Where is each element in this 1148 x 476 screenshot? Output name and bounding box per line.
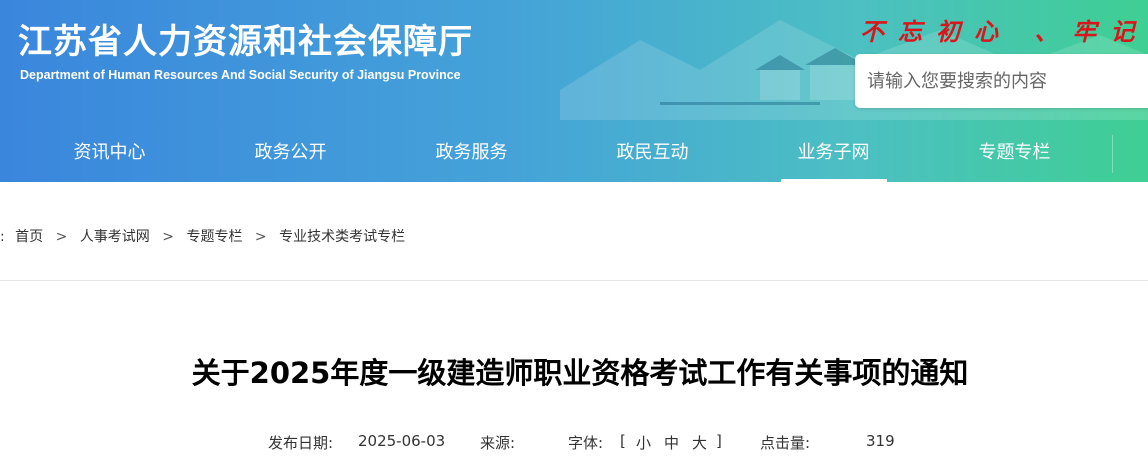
nav-item-news[interactable]: 资讯中心 [19,124,200,182]
search-box [855,54,1148,108]
nav-item-gov-services[interactable]: 政务服务 [381,124,562,182]
breadcrumb-professional-exams[interactable]: 专业技术类考试专栏 [279,229,405,245]
publish-date: 2025-06-03 [358,432,446,450]
breadcrumb-special-topics[interactable]: 专题专栏 [186,229,242,245]
nav-divider [1112,135,1113,173]
font-medium-button[interactable]: 中 [664,432,679,453]
nav-item-public-affairs[interactable]: 政务公开 [200,124,381,182]
nav-item-interaction[interactable]: 政民互动 [562,124,743,182]
site-header: 江苏省人力资源和社会保障厅 Department of Human Resour… [0,0,1148,182]
breadcrumb-separator: > [254,229,267,245]
search-input[interactable] [855,54,1125,108]
click-count-label: 点击量: [760,434,811,452]
divider-line [0,280,1148,281]
breadcrumb-exam-site[interactable]: 人事考试网 [80,229,150,245]
publish-date-label: 发布日期: [268,434,334,452]
font-bracket-open: [ [620,432,626,450]
breadcrumb-separator: > [55,229,68,245]
article-title: 关于2025年度一级建造师职业资格考试工作有关事项的通知 [191,356,969,390]
font-small-button[interactable]: 小 [636,432,651,453]
click-count: 319 [866,432,895,450]
font-size-label: 字体: [568,434,604,452]
article-meta: 发布日期: 2025-06-03 来源: 字体: [ 小 中 大 ] 点击量: … [0,432,1148,452]
source-label: 来源: [480,434,516,452]
nav-item-subsites[interactable]: 业务子网 [743,124,924,182]
font-bracket-close: ] [716,432,722,450]
site-subtitle: Department of Human Resources And Social… [20,68,461,82]
breadcrumb-separator: > [162,229,174,245]
font-large-button[interactable]: 大 [692,432,707,453]
site-title: 江苏省人力资源和社会保障厅 [18,22,473,62]
breadcrumb-home[interactable]: 首页 [15,229,43,245]
slogan-text: 不忘初心 、牢记 [860,17,1148,46]
nav-item-special-topics[interactable]: 专题专栏 [924,124,1105,182]
breadcrumb-prefix: : [0,229,5,245]
breadcrumb: : 首页 > 人事考试网 > 专题专栏 > 专业技术类考试专栏 [0,226,405,246]
main-nav: 资讯中心 政务公开 政务服务 政民互动 业务子网 专题专栏 [0,124,1148,182]
